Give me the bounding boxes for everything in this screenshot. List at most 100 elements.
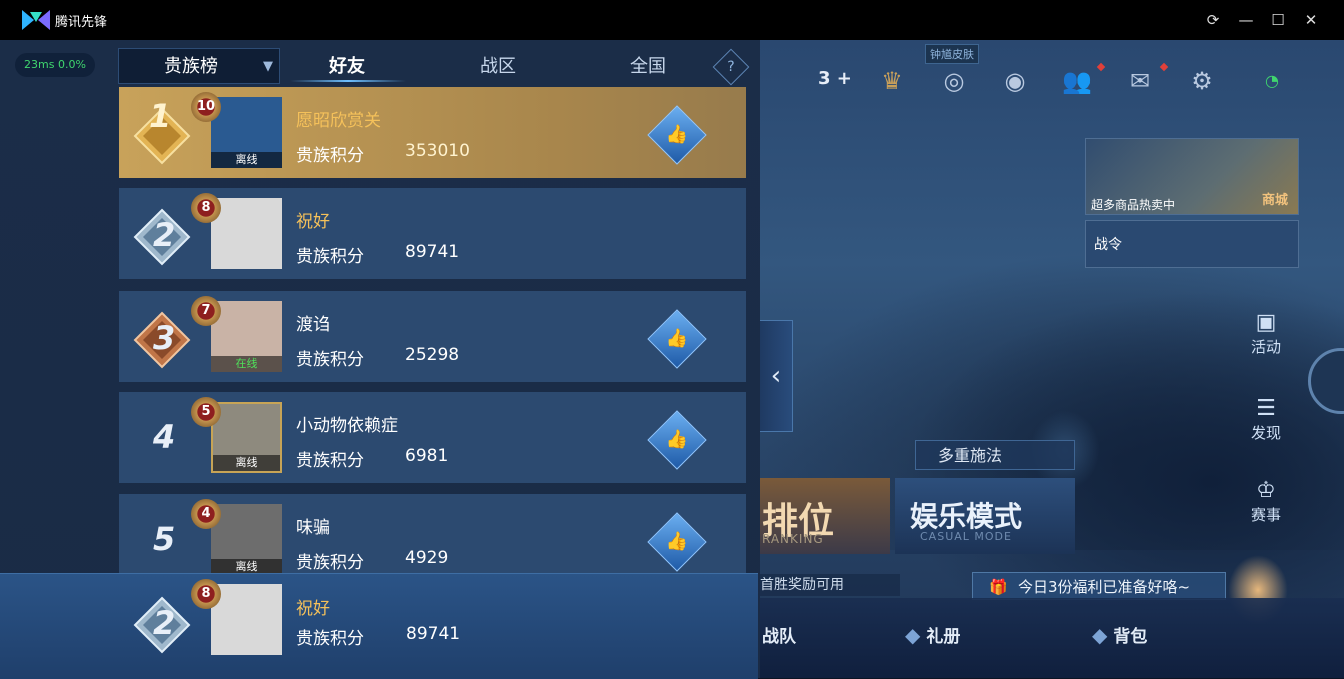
leaderboard-row[interactable]: 3 在线 7 渡诌 贵族积分 25298 👍: [119, 291, 746, 382]
rank-emblem-icon[interactable]: ♛: [875, 64, 909, 98]
help-button[interactable]: ?: [712, 48, 750, 86]
rank-number: 3: [153, 319, 176, 357]
mail-icon[interactable]: ✉: [1123, 64, 1157, 98]
self-ranking-row[interactable]: 2 8 祝好 贵族积分 89741: [0, 573, 758, 679]
battle-pass-card[interactable]: 战令: [1085, 220, 1299, 268]
target-icon[interactable]: ◎: [937, 64, 971, 98]
side-button-discover[interactable]: ☰ 发现: [1240, 396, 1292, 443]
rank-number: 5: [153, 520, 176, 558]
welfare-banner[interactable]: 🎁 今日3份福利已准备好咯~: [972, 572, 1226, 600]
noble-level-badge: 8: [191, 579, 221, 609]
active-tab-underline: [290, 80, 406, 82]
collapse-panel-button[interactable]: ‹: [760, 320, 793, 432]
dropdown-label: 贵族榜: [164, 56, 218, 77]
avatar[interactable]: 离线: [211, 97, 282, 168]
avatar[interactable]: 离线: [211, 504, 282, 573]
noble-level-badge: 8: [191, 193, 221, 223]
ranking-mode-subtitle: RANKING: [762, 532, 824, 546]
leaderboard-row[interactable]: 5 离线 4 味骗 贵族积分 4929 👍: [119, 494, 746, 573]
maximize-icon[interactable]: ☐: [1268, 10, 1288, 30]
leaderboard-row[interactable]: 1 离线 10 愿昭欣赏关 贵族积分 353010 👍: [119, 87, 746, 178]
shop-label: 商城: [1261, 193, 1288, 208]
skin-tag: 钟馗皮肤: [925, 44, 979, 64]
tab-national[interactable]: 全国: [598, 52, 698, 78]
tab-friends[interactable]: 好友: [297, 52, 397, 78]
list-icon: ☰: [1256, 396, 1276, 421]
like-button[interactable]: 👍: [647, 309, 707, 369]
score-value: 4929: [405, 548, 449, 568]
app-logo-icon: [22, 10, 50, 30]
score-value: 353010: [405, 141, 470, 161]
player-name: 祝好: [296, 212, 330, 232]
thumbs-up-icon: 👍: [665, 124, 689, 145]
settings-gear-icon[interactable]: ⚙: [1185, 64, 1219, 98]
side-button-label: 活动: [1250, 338, 1281, 356]
thumbs-up-icon: 👍: [665, 531, 689, 552]
minimize-icon[interactable]: —: [1236, 10, 1256, 30]
score-label: 贵族积分: [296, 629, 364, 649]
close-icon[interactable]: ✕: [1301, 10, 1321, 30]
lobby-topbar: 3 + 钟馗皮肤 ♛ ◎ ◉ 👥 ✉ ⚙ ◔: [760, 44, 1344, 110]
bottom-item-backpack[interactable]: ◆ 背包: [1092, 622, 1147, 647]
status-badge: 在线: [211, 356, 282, 372]
leaderboard-type-dropdown[interactable]: 贵族榜 ▼: [118, 48, 280, 84]
multi-cast-label[interactable]: 多重施法: [915, 440, 1075, 470]
like-button[interactable]: 👍: [647, 410, 707, 470]
chest-icon: ▣: [1255, 310, 1277, 335]
status-badge: 离线: [213, 455, 280, 471]
help-icon: ?: [727, 59, 735, 75]
ping-indicator: 23ms 0.0%: [15, 53, 95, 77]
thumbs-up-icon: 👍: [665, 429, 689, 450]
bottom-item-label: 礼册: [926, 627, 961, 647]
rank-number: 1: [149, 97, 172, 135]
notification-dot: [1096, 62, 1106, 72]
avatar[interactable]: [211, 584, 282, 655]
app-title: 腾讯先锋: [55, 15, 108, 30]
score-label: 贵族积分: [296, 451, 364, 471]
score-label: 贵族积分: [296, 553, 364, 573]
player-name: 味骗: [296, 518, 330, 538]
noble-level-badge: 10: [191, 92, 221, 122]
bottom-item-gift-book[interactable]: ◆ 礼册: [905, 622, 960, 647]
noble-level-badge: 4: [191, 499, 221, 529]
leaderboard-row[interactable]: 2 8 祝好 贵族积分 89741: [119, 188, 746, 279]
window-titlebar: 腾讯先锋 ⟳ — ☐ ✕: [0, 0, 1344, 40]
avatar[interactable]: [211, 198, 282, 269]
trophy-icon: ♔: [1256, 478, 1276, 503]
shop-promo: 超多商品热卖中: [1091, 198, 1176, 212]
side-button-events[interactable]: ♔ 赛事: [1240, 478, 1292, 525]
leaderboard-panel: 23ms 0.0% 贵族榜 ▼ 好友 战区 全国 ? 1 离线 10 愿昭欣赏关…: [0, 40, 760, 679]
player-name: 祝好: [296, 599, 330, 619]
gift-book-icon: ◆: [905, 623, 921, 647]
chevron-down-icon: ▼: [263, 59, 273, 74]
like-button[interactable]: 👍: [647, 105, 707, 165]
player-name: 小动物依赖症: [296, 416, 398, 436]
player-name: 渡诌: [296, 315, 330, 335]
side-button-activity[interactable]: ▣ 活动: [1240, 310, 1292, 357]
rank-number: 4: [153, 418, 176, 456]
gift-icon: 🎁: [989, 578, 1008, 596]
like-button[interactable]: 👍: [647, 512, 707, 572]
tab-region[interactable]: 战区: [448, 52, 548, 78]
noble-level-badge: 7: [191, 296, 221, 326]
side-button-label: 赛事: [1250, 506, 1281, 524]
bottom-item-label: 战队: [762, 627, 796, 647]
eye-icon[interactable]: ◉: [998, 64, 1032, 98]
avatar[interactable]: 在线: [211, 301, 282, 372]
avatar[interactable]: 离线: [211, 402, 282, 473]
ranking-mode-button[interactable]: 排位 RANKING: [760, 478, 890, 554]
leaderboard-row[interactable]: 4 离线 5 小动物依赖症 贵族积分 6981 👍: [119, 392, 746, 483]
casual-mode-title: 娱乐模式: [910, 500, 1023, 533]
casual-mode-subtitle: CASUAL MODE: [920, 530, 1012, 543]
thumbs-up-icon: 👍: [665, 328, 689, 349]
bottom-item-team[interactable]: 战队: [762, 622, 796, 647]
score-value: 25298: [405, 345, 460, 365]
friends-icon[interactable]: 👥: [1060, 64, 1094, 98]
shop-card[interactable]: 超多商品热卖中 商城: [1085, 138, 1299, 215]
friend-count[interactable]: 3 +: [818, 68, 852, 89]
score-value: 6981: [405, 446, 449, 466]
noble-level-badge: 5: [191, 397, 221, 427]
bottom-bar: [760, 598, 1344, 678]
refresh-icon[interactable]: ⟳: [1203, 10, 1223, 30]
casual-mode-button[interactable]: 娱乐模式 CASUAL MODE: [895, 478, 1075, 554]
